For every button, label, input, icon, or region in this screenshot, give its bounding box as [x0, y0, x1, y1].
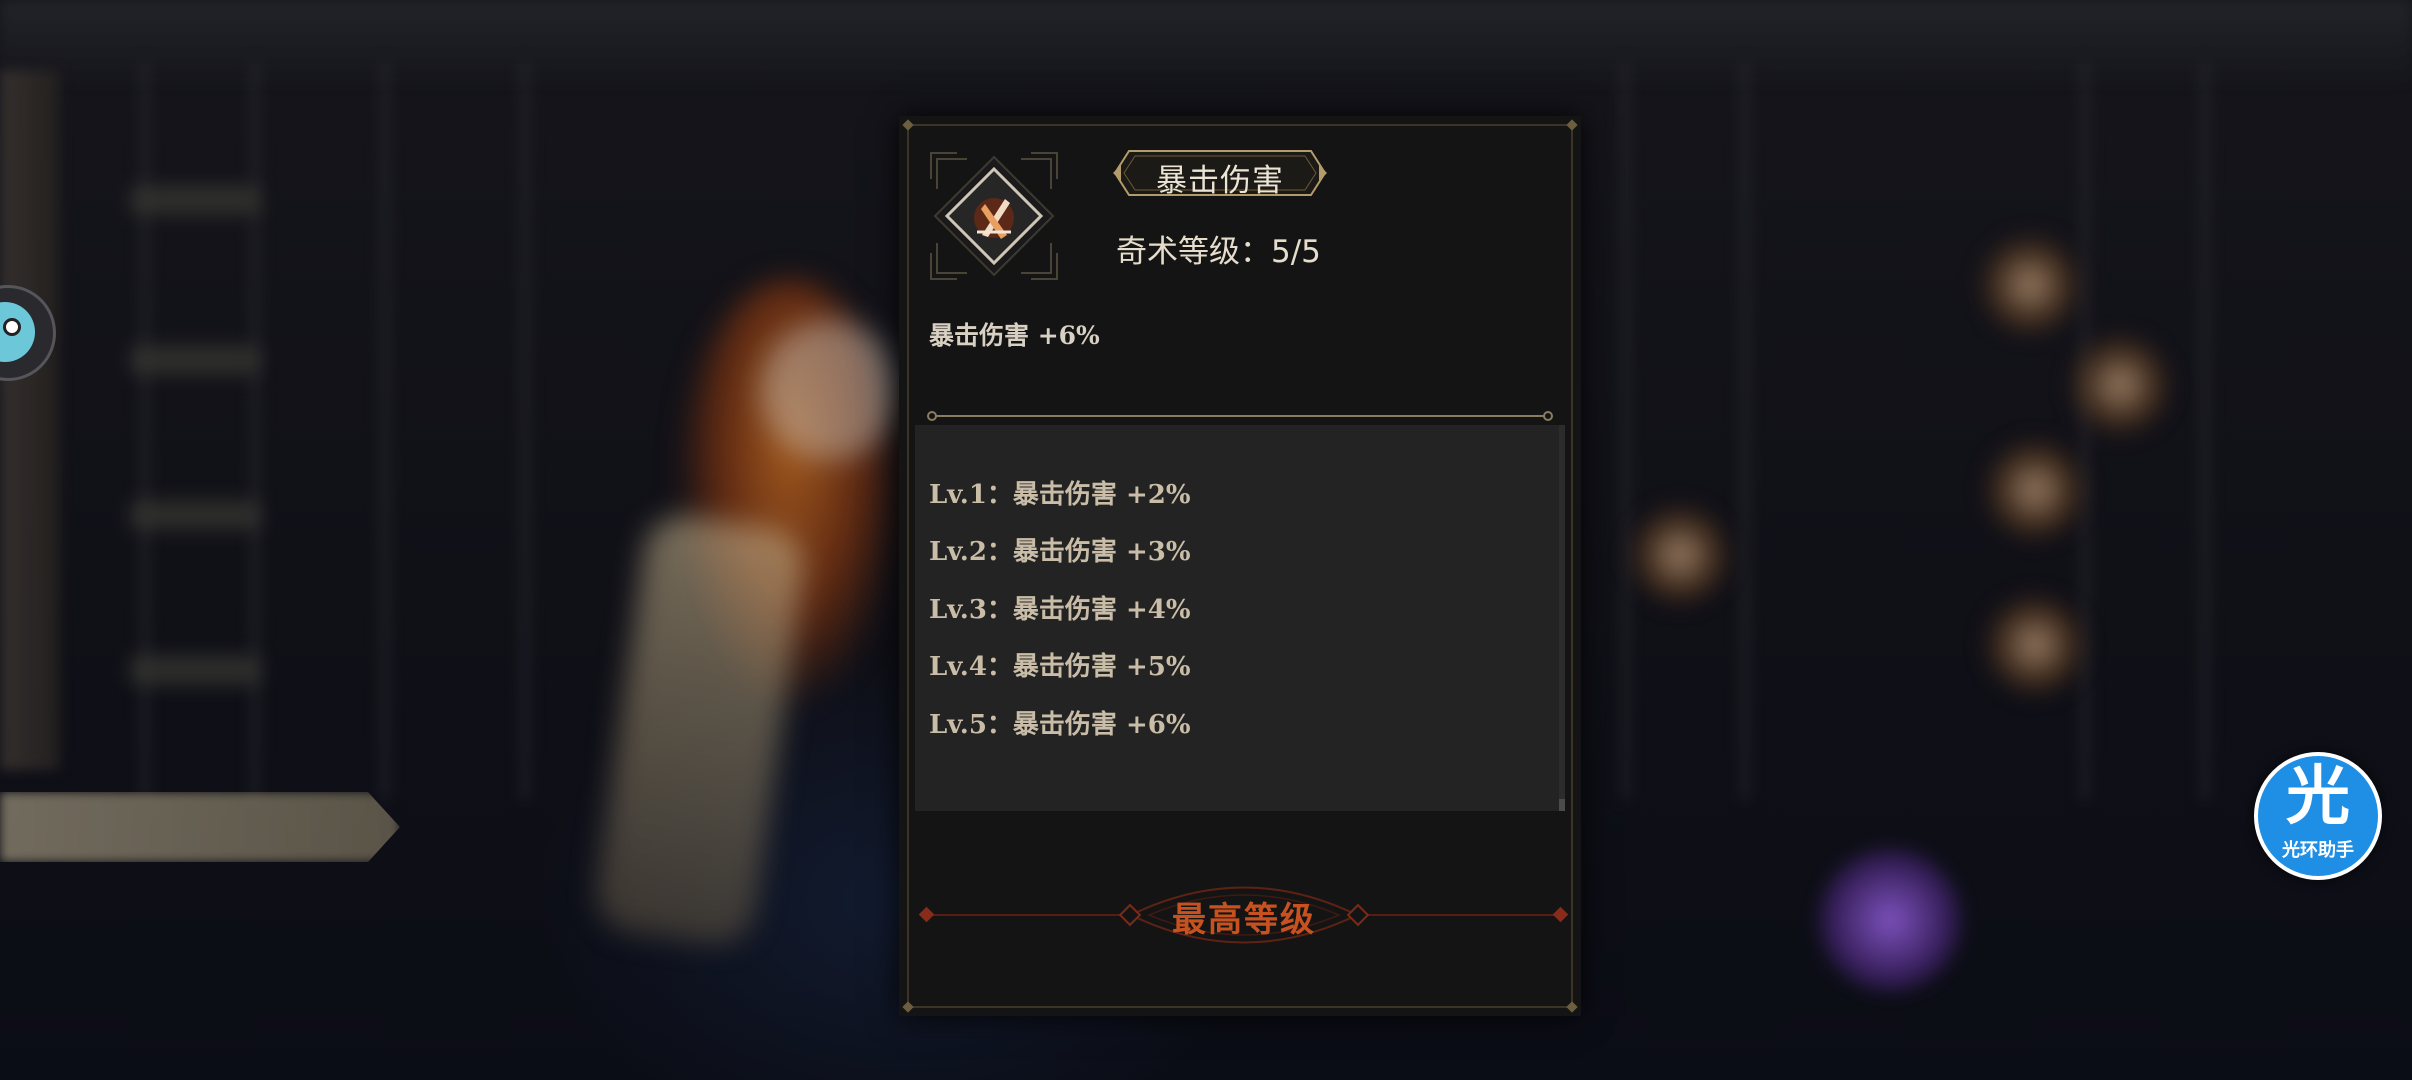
max-level-banner: 最高等级 — [919, 870, 1569, 960]
corner-ornament — [902, 1001, 914, 1013]
divider-line — [927, 411, 1553, 421]
assistant-float-button[interactable]: 光 光环助手 — [2254, 752, 2382, 880]
assistant-label: 光环助手 — [2282, 840, 2354, 861]
level-row-3: Lv.3：暴击伤害 +4% — [929, 595, 1191, 625]
level-row-2: Lv.2：暴击伤害 +3% — [929, 537, 1191, 567]
level-row-4: Lv.4：暴击伤害 +5% — [929, 652, 1191, 682]
current-effect-text: 暴击伤害 +6% — [929, 321, 1100, 350]
assistant-icon: 光 — [2286, 760, 2350, 834]
corner-ornament — [902, 119, 914, 131]
skill-detail-dialog: 暴击伤害 奇术等级：5/5 暴击伤害 +6% Lv.1：暴击伤害 +2% Lv.… — [899, 116, 1581, 1016]
max-level-label: 最高等级 — [1172, 900, 1316, 940]
list-scrollbar[interactable] — [1559, 425, 1565, 811]
corner-ornament — [1566, 1001, 1578, 1013]
skill-title-plate: 暴击伤害 — [1111, 147, 1329, 199]
mascot-eye-icon — [3, 318, 21, 336]
level-row-5: Lv.5：暴击伤害 +6% — [929, 710, 1191, 740]
scrollbar-thumb[interactable] — [1559, 799, 1565, 811]
level-row-1: Lv.1：暴击伤害 +2% — [929, 480, 1191, 510]
corner-ornament — [1566, 119, 1578, 131]
level-effects-list[interactable]: Lv.1：暴击伤害 +2% Lv.2：暴击伤害 +3% Lv.3：暴击伤害 +4… — [915, 425, 1565, 811]
background-purple-gem — [1815, 845, 1965, 995]
skill-name: 暴击伤害 — [1156, 163, 1284, 199]
skill-icon-frame — [927, 149, 1061, 283]
crossed-blades-icon — [930, 152, 1058, 280]
skill-level-text: 奇术等级：5/5 — [1116, 234, 1321, 270]
game-screen: 暴击伤害 奇术等级：5/5 暴击伤害 +6% Lv.1：暴击伤害 +2% Lv.… — [0, 0, 2412, 1080]
